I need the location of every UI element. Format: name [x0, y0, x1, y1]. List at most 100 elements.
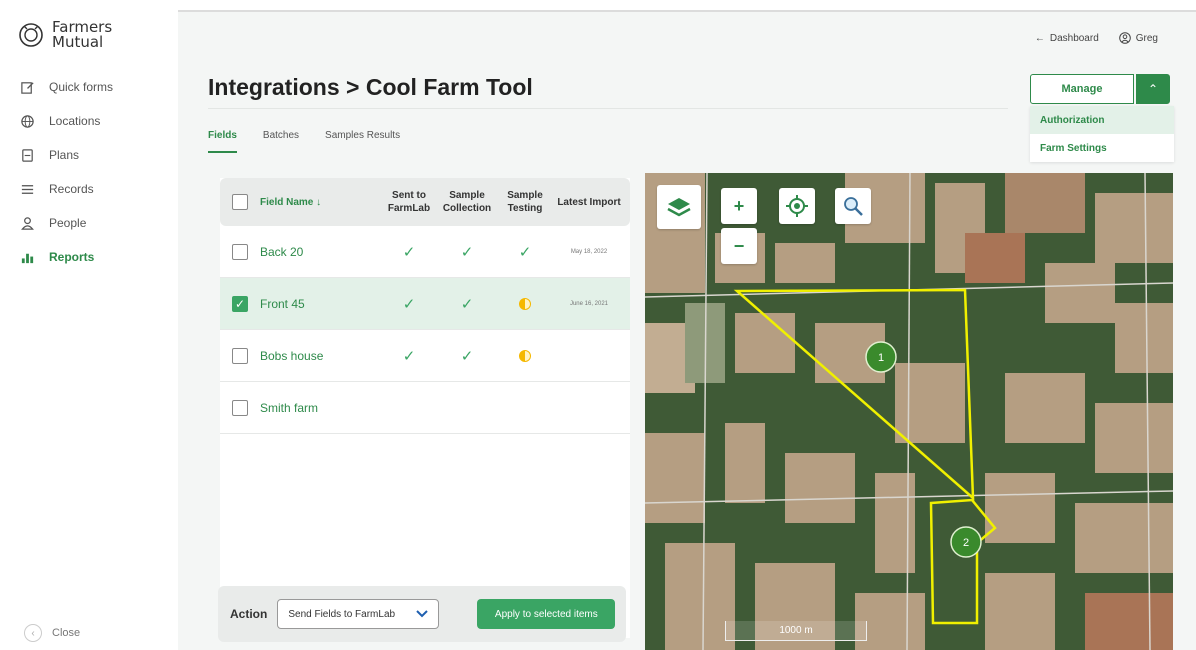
check-icon: ✓: [402, 243, 416, 261]
logo-icon: [19, 23, 43, 47]
map-scale-bar: 1000 m: [725, 621, 867, 641]
table-row[interactable]: Back 20 ✓ ✓ ✓ May 18, 2022: [220, 226, 630, 278]
field-name[interactable]: Smith farm: [260, 401, 380, 415]
list-icon: [21, 184, 34, 194]
field-marker-2[interactable]: 2: [950, 526, 982, 558]
crosshair-icon: [786, 195, 808, 217]
fields-table: Field Name ↓ Sent to FarmLab Sample Coll…: [220, 178, 630, 638]
apply-button[interactable]: Apply to selected items: [477, 599, 616, 629]
layers-button[interactable]: [657, 185, 701, 229]
field-name[interactable]: Bobs house: [260, 349, 380, 363]
tab-batches[interactable]: Batches: [263, 130, 299, 153]
field-name[interactable]: Back 20: [260, 245, 380, 259]
person-icon: [21, 216, 34, 230]
dashboard-link[interactable]: ← Dashboard: [1035, 32, 1099, 44]
scale-label: 1000 m: [779, 625, 813, 636]
select-all-checkbox[interactable]: [232, 194, 248, 210]
field-name[interactable]: Front 45: [260, 297, 380, 311]
row-checkbox[interactable]: [232, 243, 248, 260]
user-menu[interactable]: Greg: [1118, 32, 1158, 44]
half-circle-icon: [519, 297, 531, 310]
zoom-out-button[interactable]: −: [721, 228, 757, 264]
check-icon: ✓: [518, 243, 532, 261]
sidebar-item-people[interactable]: People: [20, 206, 113, 240]
sidebar-item-quick-forms[interactable]: Quick forms: [20, 70, 113, 104]
locate-button[interactable]: [779, 188, 815, 224]
manage-toggle-button[interactable]: ⌃: [1136, 74, 1170, 104]
tab-bar: Fields Batches Samples Results: [208, 130, 400, 153]
check-icon: ✓: [460, 295, 474, 313]
sidebar-item-records[interactable]: Records: [20, 172, 113, 206]
chevron-left-icon: ‹: [24, 624, 42, 642]
header-sample-testing: Sample Testing: [507, 190, 543, 214]
brand-logo[interactable]: Farmers Mutual: [18, 20, 112, 50]
sidebar-item-label: People: [49, 216, 87, 230]
sidebar-item-label: Quick forms: [49, 80, 114, 94]
action-select-value: Send Fields to FarmLab: [288, 608, 396, 620]
sidebar-close-button[interactable]: ‹ Close: [24, 624, 80, 642]
manage-button-group: Manage ⌃: [1030, 74, 1172, 104]
arrow-left-icon: ←: [1034, 32, 1045, 44]
table-header: Field Name ↓ Sent to FarmLab Sample Coll…: [220, 178, 630, 226]
latest-import-date: June 16, 2021: [569, 300, 609, 307]
search-icon: [844, 197, 863, 216]
brand-line2: Mutual: [52, 33, 104, 51]
check-icon: ✓: [460, 243, 474, 261]
table-row[interactable]: ✓ Front 45 ✓ ✓ June 16, 2021: [220, 278, 630, 330]
check-icon: ✓: [402, 347, 416, 365]
check-icon: ✓: [402, 295, 416, 313]
tab-samples-results[interactable]: Samples Results: [325, 130, 400, 153]
bar-chart-icon: [21, 253, 34, 263]
title-divider: [208, 108, 1008, 109]
svg-text:1: 1: [878, 352, 884, 364]
map-search-button[interactable]: [835, 188, 871, 224]
chevron-down-icon: [416, 610, 429, 618]
header-sample-collection: Sample Collection: [442, 190, 492, 214]
latest-import-date: May 18, 2022: [570, 248, 608, 255]
minus-icon: −: [733, 235, 745, 256]
user-name: Greg: [1135, 32, 1158, 44]
check-icon: ✓: [460, 347, 474, 365]
field-marker-1[interactable]: 1: [865, 341, 897, 373]
sidebar: Farmers Mutual Quick forms Locations Pla…: [0, 0, 172, 650]
topbar: ← Dashboard Greg: [1035, 32, 1158, 44]
sidebar-item-plans[interactable]: Plans: [20, 138, 113, 172]
dashboard-label: Dashboard: [1049, 32, 1099, 44]
header-sent-to-farmlab: Sent to FarmLab: [387, 190, 431, 214]
sidebar-item-label: Records: [49, 182, 94, 196]
map-view[interactable]: 1 2 + − 1000 m: [645, 173, 1173, 650]
manage-dropdown: Manage ⌃ Authorization Farm Settings: [1030, 74, 1174, 162]
half-circle-icon: [519, 349, 531, 362]
sidebar-item-label: Locations: [49, 114, 101, 128]
edit-icon: [21, 81, 34, 94]
sidebar-item-locations[interactable]: Locations: [20, 104, 113, 138]
checkmark-icon: ✓: [234, 296, 246, 311]
zoom-in-button[interactable]: +: [721, 188, 757, 224]
close-label: Close: [52, 627, 81, 639]
tab-fields[interactable]: Fields: [208, 130, 237, 153]
chevron-up-icon: ⌃: [1147, 82, 1159, 96]
row-checkbox[interactable]: [232, 399, 248, 416]
layers-icon: [667, 198, 691, 217]
sidebar-nav: Quick forms Locations Plans Records Peop…: [20, 70, 113, 274]
action-select[interactable]: Send Fields to FarmLab: [277, 599, 440, 629]
header-latest-import: Latest Import: [557, 196, 621, 208]
manage-menu: Authorization Farm Settings: [1030, 106, 1174, 162]
globe-icon: [21, 114, 34, 128]
action-bar: Action Send Fields to FarmLab Apply to s…: [218, 586, 626, 642]
menu-item-farm-settings[interactable]: Farm Settings: [1030, 134, 1174, 162]
plus-icon: +: [733, 195, 745, 216]
sidebar-item-label: Reports: [49, 250, 95, 264]
sidebar-item-label: Plans: [49, 148, 80, 162]
svg-text:2: 2: [963, 537, 969, 549]
user-avatar-icon: [1118, 32, 1131, 44]
menu-item-authorization[interactable]: Authorization: [1030, 106, 1174, 134]
header-field-name[interactable]: Field Name ↓: [260, 197, 380, 208]
row-checkbox[interactable]: ✓: [232, 295, 248, 312]
page-title: Integrations > Cool Farm Tool: [208, 74, 533, 100]
sidebar-item-reports[interactable]: Reports: [20, 240, 113, 274]
manage-button[interactable]: Manage: [1030, 74, 1134, 104]
table-row[interactable]: Smith farm: [220, 382, 630, 434]
row-checkbox[interactable]: [232, 347, 248, 364]
table-row[interactable]: Bobs house ✓ ✓: [220, 330, 630, 382]
